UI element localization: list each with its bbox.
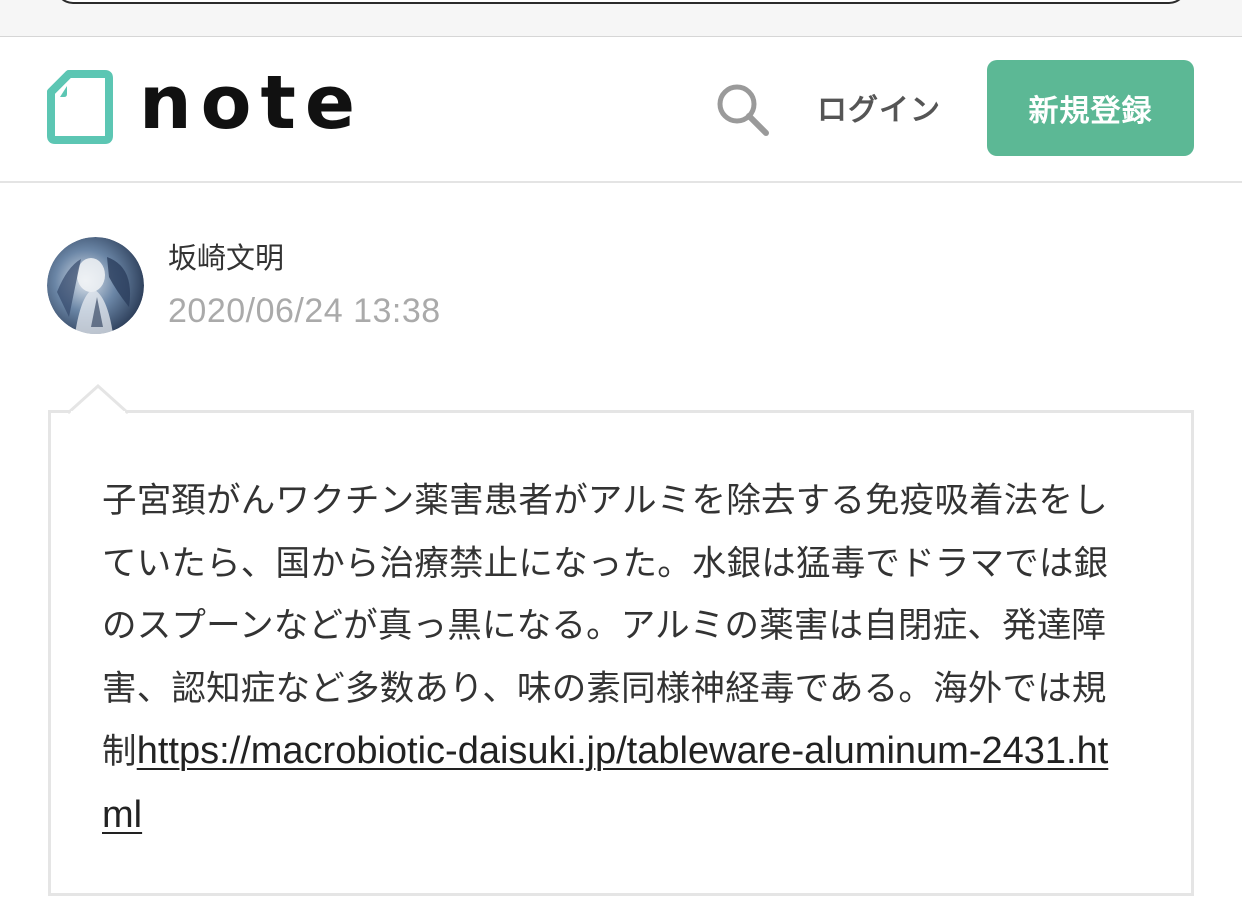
- browser-toolbar-edge: [0, 0, 1242, 37]
- note-logo[interactable]: note: [47, 66, 364, 144]
- author-meta: 坂崎文明 2020/06/24 13:38: [168, 237, 441, 334]
- search-icon: [717, 84, 769, 136]
- site-header: note ログイン 新規登録: [0, 37, 1242, 183]
- note-logo-icon: [47, 70, 113, 144]
- post-body: 子宮頚がんワクチン薬害患者がアルミを除去する免疫吸着法をしていたら、国から治療禁…: [102, 470, 1132, 847]
- address-bar-edge: [55, 0, 1187, 4]
- post-link[interactable]: https://macrobiotic-daisuki.jp/tableware…: [102, 730, 1108, 836]
- post-timestamp: 2020/06/24 13:38: [168, 292, 441, 330]
- avatar[interactable]: [47, 237, 144, 334]
- bubble-pointer: [68, 384, 128, 414]
- search-button[interactable]: [712, 79, 774, 141]
- login-link[interactable]: ログイン: [817, 85, 941, 129]
- logo-wordmark: note: [139, 60, 365, 146]
- signup-button[interactable]: 新規登録: [987, 60, 1194, 156]
- signup-button-label: 新規登録: [1028, 94, 1153, 129]
- post-author: 坂崎文明 2020/06/24 13:38: [47, 237, 441, 334]
- post-body-text: 子宮頚がんワクチン薬害患者がアルミを除去する免疫吸着法をしていたら、国から治療禁…: [102, 481, 1109, 772]
- author-name[interactable]: 坂崎文明: [168, 236, 441, 280]
